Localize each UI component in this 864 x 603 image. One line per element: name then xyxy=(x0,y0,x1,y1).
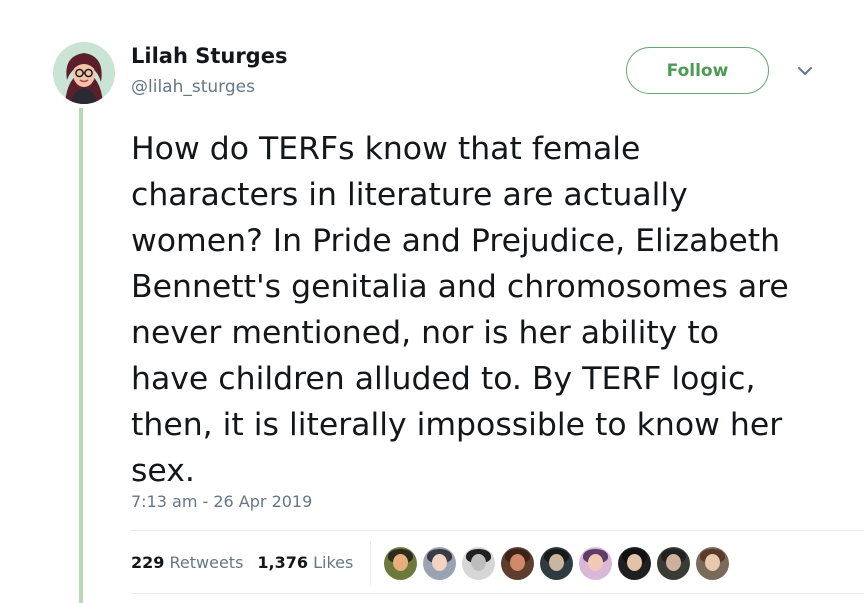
retweets-label: Retweets xyxy=(169,553,244,572)
liker-avatars xyxy=(384,547,729,580)
liker-avatar[interactable] xyxy=(384,547,417,580)
tweet-text: How do TERFs know that female characters… xyxy=(131,131,789,489)
likes-stat[interactable]: 1,376 Likes xyxy=(257,553,353,572)
liker-avatar[interactable] xyxy=(657,547,690,580)
divider-bottom xyxy=(131,593,864,594)
author-handle[interactable]: @lilah_sturges xyxy=(131,77,255,97)
likes-label: Likes xyxy=(313,553,354,572)
liker-avatar[interactable] xyxy=(423,547,456,580)
liker-avatar[interactable] xyxy=(540,547,573,580)
author-avatar[interactable] xyxy=(53,42,115,104)
thread-line xyxy=(79,108,83,603)
author-name[interactable]: Lilah Sturges xyxy=(131,44,287,68)
retweets-count: 229 xyxy=(131,553,165,572)
stats-divider xyxy=(370,541,371,585)
retweets-stat[interactable]: 229 Retweets xyxy=(131,553,243,572)
tweet-stats: 229 Retweets 1,376 Likes xyxy=(131,553,353,572)
divider-top xyxy=(131,530,864,531)
liker-avatar[interactable] xyxy=(618,547,651,580)
tweet-timestamp[interactable]: 7:13 am - 26 Apr 2019 xyxy=(131,492,312,511)
follow-button[interactable]: Follow xyxy=(626,47,769,94)
liker-avatar[interactable] xyxy=(501,547,534,580)
liker-avatar[interactable] xyxy=(696,547,729,580)
liker-avatar[interactable] xyxy=(579,547,612,580)
liker-avatar[interactable] xyxy=(462,547,495,580)
likes-count: 1,376 xyxy=(257,553,309,572)
chevron-down-icon[interactable] xyxy=(796,64,814,78)
